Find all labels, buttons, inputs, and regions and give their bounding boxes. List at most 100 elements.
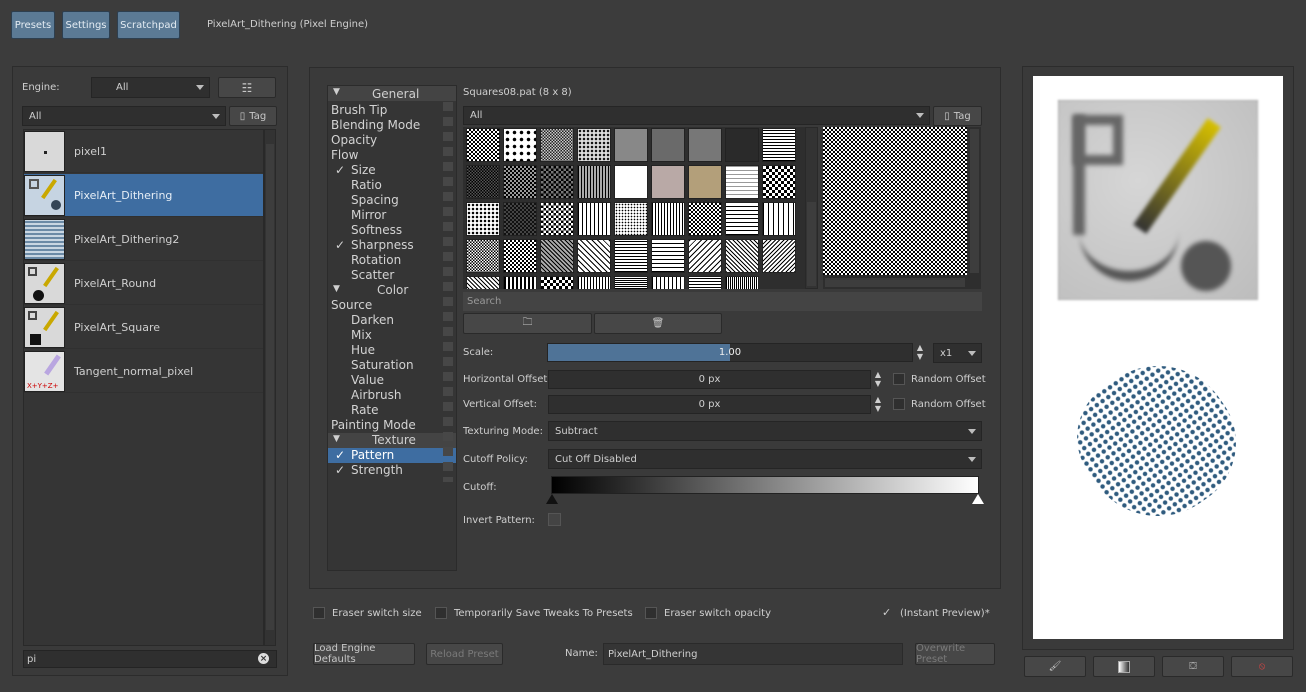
fill-with-brush-icon-button[interactable]: 🖌 xyxy=(1024,656,1086,677)
overwrite-preset-button[interactable]: Overwrite Preset xyxy=(915,643,995,665)
engine-combo[interactable]: All xyxy=(91,77,210,98)
list-item[interactable]: X+Y+Z+ Tangent_normal_pixel xyxy=(24,350,263,393)
voff-spin[interactable]: ▲ ▼ xyxy=(871,395,885,414)
option-mirror[interactable]: Mirror xyxy=(351,208,386,222)
view-mode-button[interactable]: ☷ xyxy=(218,77,276,98)
pattern-swatch[interactable] xyxy=(540,128,574,162)
option-darken[interactable]: Darken xyxy=(351,313,394,327)
horizontal-offset-field[interactable]: 0 px xyxy=(548,370,871,389)
pattern-swatch[interactable] xyxy=(614,165,648,199)
list-item[interactable]: PixelArt_Square xyxy=(24,306,263,349)
pattern-swatch[interactable] xyxy=(614,202,648,236)
scale-slider[interactable]: 1.00 xyxy=(547,343,913,362)
pattern-swatch[interactable] xyxy=(503,202,537,236)
pattern-swatch[interactable] xyxy=(540,239,574,273)
tag-filter-combo[interactable]: All xyxy=(22,106,226,126)
pattern-swatch[interactable] xyxy=(651,239,685,273)
list-item[interactable]: PixelArt_Dithering2 xyxy=(24,218,263,261)
pattern-swatch[interactable] xyxy=(503,276,537,289)
option-spacing[interactable]: Spacing xyxy=(351,193,399,207)
pattern-swatch[interactable] xyxy=(762,165,796,199)
pattern-swatch[interactable] xyxy=(577,165,611,199)
section-color[interactable]: ▼ Color xyxy=(328,283,456,298)
option-scatter[interactable]: Scatter xyxy=(351,268,394,282)
pattern-swatch[interactable] xyxy=(614,276,648,289)
check-icon[interactable]: ✓ xyxy=(335,163,345,177)
option-opacity[interactable]: Opacity xyxy=(331,133,377,147)
option-sharpness[interactable]: Sharpness xyxy=(351,238,414,252)
option-ratio[interactable]: Ratio xyxy=(351,178,382,192)
fill-gradient-button[interactable] xyxy=(1093,656,1155,677)
option-pattern[interactable]: Pattern xyxy=(351,448,394,462)
pattern-swatch[interactable] xyxy=(614,239,648,273)
pattern-swatch[interactable] xyxy=(466,239,500,273)
pattern-swatch[interactable] xyxy=(651,202,685,236)
invert-pattern-checkbox[interactable] xyxy=(548,513,561,526)
pattern-swatch[interactable] xyxy=(651,276,685,289)
import-pattern-button[interactable]: 🗀 xyxy=(463,313,592,334)
pattern-swatch[interactable] xyxy=(614,128,648,162)
pattern-swatch[interactable] xyxy=(651,128,685,162)
list-item[interactable]: pixel1 xyxy=(24,130,263,173)
tag-button[interactable]: ▯ Tag xyxy=(229,106,277,126)
pattern-grid[interactable] xyxy=(463,127,818,289)
eraser-opacity-checkbox[interactable] xyxy=(645,607,657,619)
fill-background-button[interactable]: ⛋ xyxy=(1162,656,1224,677)
pattern-swatch[interactable] xyxy=(688,239,722,273)
cutoff-policy-combo[interactable]: Cut Off Disabled xyxy=(548,449,982,469)
option-hue[interactable]: Hue xyxy=(351,343,375,357)
scale-multiplier-combo[interactable]: x1 xyxy=(933,343,982,363)
pattern-swatch[interactable] xyxy=(762,239,796,273)
pattern-tag-filter[interactable]: All xyxy=(463,106,930,125)
option-size[interactable]: Size xyxy=(351,163,376,177)
pattern-swatch[interactable] xyxy=(466,276,500,289)
pattern-swatch[interactable] xyxy=(466,165,500,199)
pattern-swatch[interactable] xyxy=(466,202,500,236)
pattern-swatch[interactable] xyxy=(466,128,500,162)
scale-spin[interactable]: ▲ ▼ xyxy=(913,343,927,362)
random-offset-v-checkbox[interactable] xyxy=(893,398,905,410)
option-saturation[interactable]: Saturation xyxy=(351,358,414,372)
pattern-swatch[interactable] xyxy=(725,165,759,199)
preset-name-input[interactable]: PixelArt_Dithering xyxy=(603,643,903,665)
instant-preview-checkbox[interactable]: ✓ xyxy=(882,606,891,619)
pattern-swatch[interactable] xyxy=(540,165,574,199)
pattern-swatch[interactable] xyxy=(540,276,574,289)
option-brush-tip[interactable]: Brush Tip xyxy=(331,103,387,117)
option-softness[interactable]: Softness xyxy=(351,223,402,237)
pattern-swatch[interactable] xyxy=(651,165,685,199)
pattern-swatch[interactable] xyxy=(503,165,537,199)
pattern-swatch[interactable] xyxy=(540,202,574,236)
pattern-swatch[interactable] xyxy=(762,202,796,236)
texturing-mode-combo[interactable]: Subtract xyxy=(548,421,982,441)
list-item[interactable]: PixelArt_Round xyxy=(24,262,263,305)
option-rotation[interactable]: Rotation xyxy=(351,253,401,267)
pattern-swatch[interactable] xyxy=(577,202,611,236)
eraser-size-checkbox[interactable] xyxy=(313,607,325,619)
pattern-search-input[interactable]: Search xyxy=(463,292,982,311)
pattern-swatch[interactable] xyxy=(688,202,722,236)
pattern-swatch[interactable] xyxy=(503,128,537,162)
pattern-swatch[interactable] xyxy=(725,239,759,273)
option-value[interactable]: Value xyxy=(351,373,384,387)
check-icon[interactable]: ✓ xyxy=(335,238,345,252)
option-painting-mode[interactable]: Painting Mode xyxy=(331,418,416,432)
pattern-tag-button[interactable]: ▯ Tag xyxy=(933,106,982,126)
check-icon[interactable]: ✓ xyxy=(335,463,345,477)
pattern-swatch[interactable] xyxy=(688,276,722,289)
list-item[interactable]: PixelArt_Dithering xyxy=(24,174,263,217)
preset-search-input[interactable]: pi xyxy=(23,650,277,668)
option-strength[interactable]: Strength xyxy=(351,463,403,477)
pattern-swatch[interactable] xyxy=(577,128,611,162)
presets-button[interactable]: Presets xyxy=(11,11,55,39)
option-blending-mode[interactable]: Blending Mode xyxy=(331,118,420,132)
scratchpad-button[interactable]: Scratchpad xyxy=(117,11,180,39)
preset-scrollbar[interactable] xyxy=(264,129,276,646)
pattern-swatch[interactable] xyxy=(688,128,722,162)
pattern-swatch[interactable] xyxy=(503,239,537,273)
option-source[interactable]: Source xyxy=(331,298,372,312)
option-airbrush[interactable]: Airbrush xyxy=(351,388,402,402)
section-texture[interactable]: ▼ Texture xyxy=(328,433,456,448)
pattern-grid-scrollbar[interactable] xyxy=(805,127,818,289)
pattern-swatch[interactable] xyxy=(762,128,796,162)
